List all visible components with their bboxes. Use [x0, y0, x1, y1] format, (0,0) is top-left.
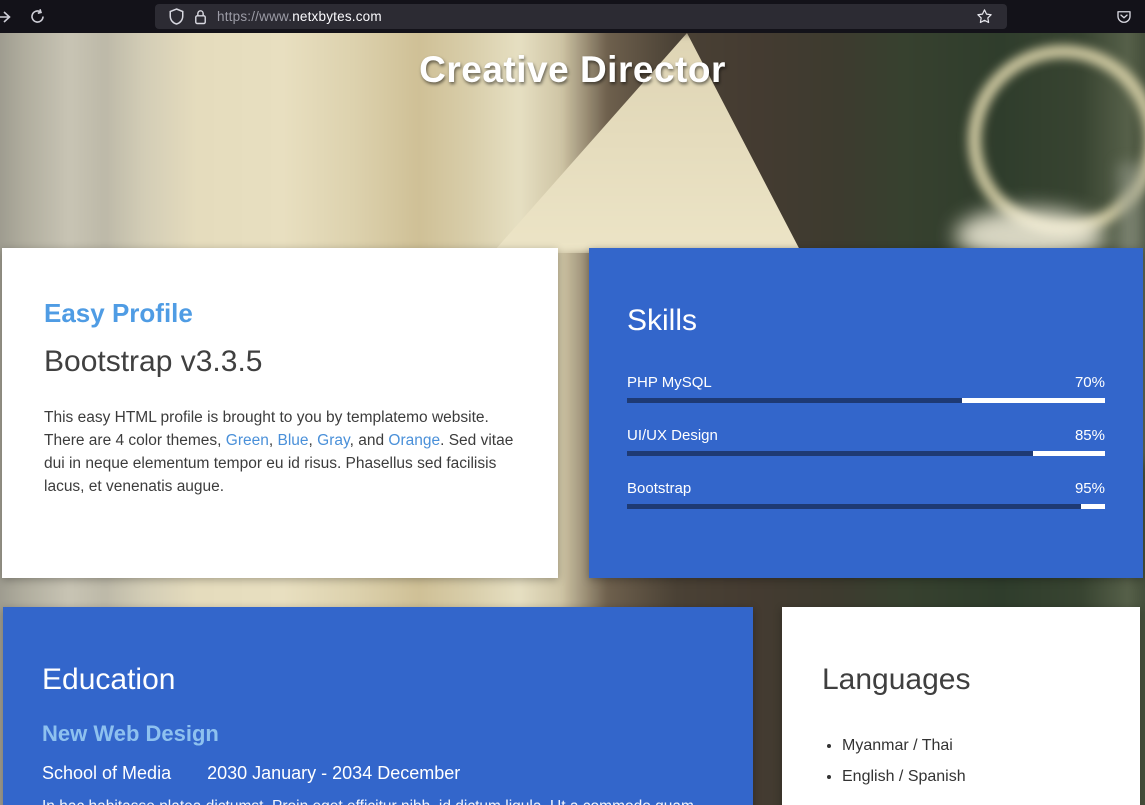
skill-progress-track — [627, 504, 1105, 509]
skill-progress-fill — [627, 504, 1081, 509]
page-title: Creative Director — [0, 49, 1145, 91]
url-domain: netxbytes.com — [292, 9, 382, 24]
skill-percent: 70% — [1075, 374, 1105, 391]
url-scheme: https://www. — [217, 9, 292, 24]
education-period: 2030 January - 2034 December — [207, 763, 460, 784]
language-item: Myanmar / Thai — [842, 737, 1100, 755]
skill-progress-track — [627, 398, 1105, 403]
languages-title: Languages — [822, 663, 1100, 697]
skill-row: UI/UX Design 85% — [627, 427, 1105, 456]
theme-link-blue[interactable]: Blue — [278, 432, 309, 449]
pocket-icon — [1115, 8, 1133, 26]
description-text: , — [269, 432, 278, 449]
skills-list: PHP MySQL 70% UI/UX Design 85% Bootstrap 95% — [627, 374, 1105, 509]
forward-arrow-icon — [0, 8, 12, 26]
skills-title: Skills — [627, 304, 1105, 338]
languages-card: Languages Myanmar / Thai English / Spanis… — [782, 607, 1140, 805]
theme-link-green[interactable]: Green — [226, 432, 269, 449]
skill-row: PHP MySQL 70% — [627, 374, 1105, 403]
profile-subheading: Bootstrap v3.3.5 — [44, 345, 516, 379]
skill-name: Bootstrap — [627, 480, 691, 497]
star-icon — [976, 8, 993, 25]
profile-card: Easy Profile Bootstrap v3.3.5 This easy … — [2, 248, 558, 578]
skill-percent: 85% — [1075, 427, 1105, 444]
education-degree: New Web Design — [42, 721, 714, 747]
skill-labels: Bootstrap 95% — [627, 480, 1105, 497]
reload-icon — [29, 8, 46, 25]
languages-list: Myanmar / Thai English / Spanish — [822, 737, 1100, 786]
education-description-clipped: In hac habitasse platea dictumst. Proin … — [42, 796, 714, 805]
education-card: Education New Web Design School of Media… — [3, 607, 753, 805]
address-bar[interactable]: https://www.netxbytes.com — [155, 4, 1007, 29]
skill-labels: UI/UX Design 85% — [627, 427, 1105, 444]
profile-description: This easy HTML profile is brought to you… — [44, 406, 518, 498]
url-text[interactable]: https://www.netxbytes.com — [217, 9, 382, 24]
profile-heading: Easy Profile — [44, 298, 516, 329]
bookmark-star-button[interactable] — [971, 4, 997, 29]
skill-labels: PHP MySQL 70% — [627, 374, 1105, 391]
skill-progress-fill — [627, 451, 1033, 456]
skill-progress-fill — [627, 398, 962, 403]
education-school: School of Media — [42, 763, 171, 784]
skill-name: PHP MySQL — [627, 374, 712, 391]
skills-card: Skills PHP MySQL 70% UI/UX Design 85% Bootst… — [589, 248, 1143, 578]
webpage-viewport: Creative Director Easy Profile Bootstrap… — [0, 33, 1145, 805]
description-text: , — [309, 432, 318, 449]
tracking-shield-icon[interactable] — [169, 8, 184, 25]
skill-name: UI/UX Design — [627, 427, 718, 444]
reload-button[interactable] — [25, 0, 49, 33]
pocket-save-button[interactable] — [1111, 0, 1137, 33]
education-title: Education — [42, 663, 714, 697]
skill-row: Bootstrap 95% — [627, 480, 1105, 509]
description-text: , and — [350, 432, 389, 449]
lock-icon[interactable] — [194, 9, 207, 25]
theme-link-gray[interactable]: Gray — [317, 432, 349, 449]
forward-button[interactable] — [0, 0, 15, 33]
skill-percent: 95% — [1075, 480, 1105, 497]
education-detail-row: School of Media 2030 January - 2034 Dece… — [42, 763, 714, 784]
theme-link-orange[interactable]: Orange — [388, 432, 440, 449]
browser-toolbar: https://www.netxbytes.com — [0, 0, 1145, 33]
skill-progress-track — [627, 451, 1105, 456]
language-item: English / Spanish — [842, 768, 1100, 786]
